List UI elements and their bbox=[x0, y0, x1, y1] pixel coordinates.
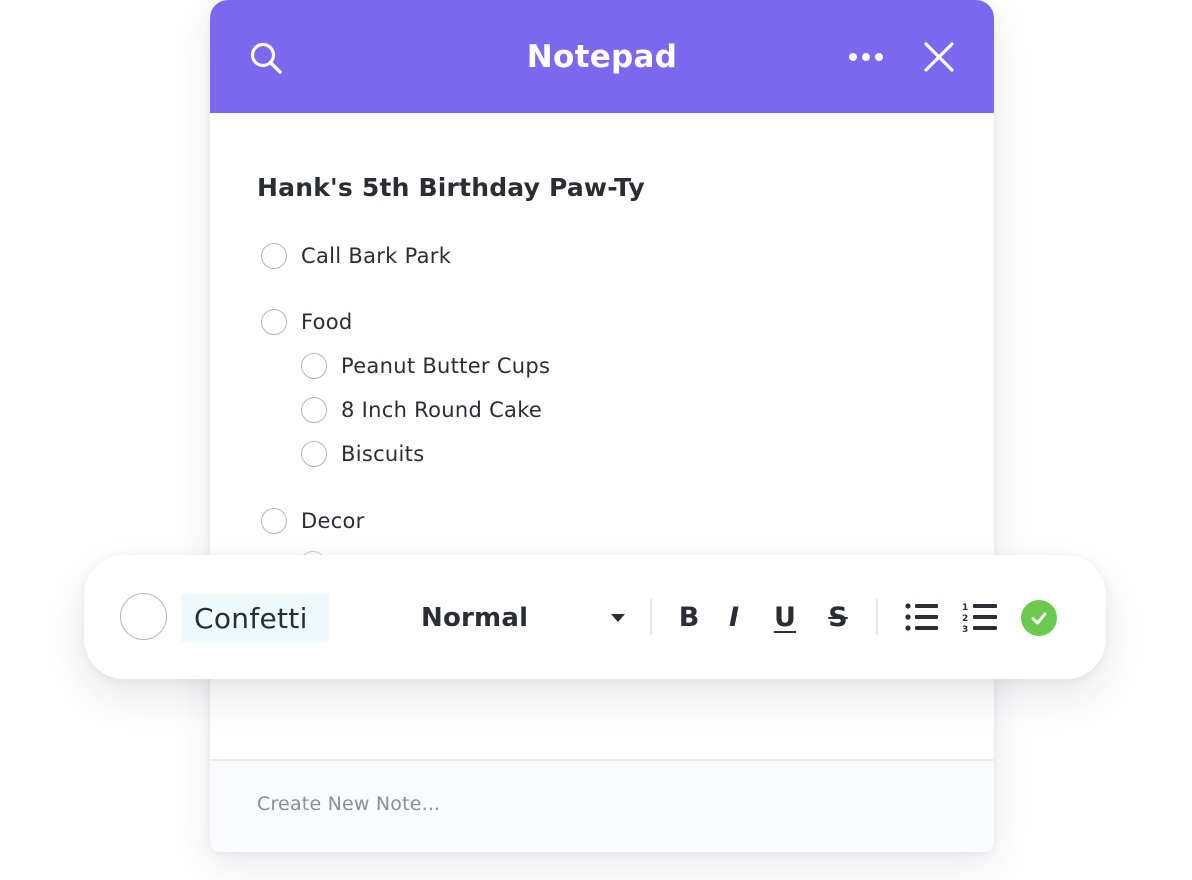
notepad-footer: Create New Note... bbox=[210, 759, 994, 852]
bold-button[interactable]: B bbox=[671, 598, 707, 636]
more-options-button[interactable] bbox=[844, 40, 888, 74]
search-button[interactable] bbox=[246, 38, 286, 78]
caret-down-icon bbox=[611, 614, 625, 622]
svg-text:1: 1 bbox=[962, 603, 968, 613]
toolbar-divider bbox=[876, 599, 878, 635]
item-text-value: Confetti bbox=[194, 601, 308, 635]
item-checkbox[interactable] bbox=[261, 309, 287, 335]
notepad-header: Notepad bbox=[210, 0, 994, 113]
italic-icon: I bbox=[728, 601, 740, 633]
toolbar-divider bbox=[650, 599, 652, 635]
item-label: Peanut Butter Cups bbox=[341, 354, 551, 378]
text-style-label: Normal bbox=[421, 603, 529, 633]
underline-icon: U bbox=[774, 601, 796, 633]
item-label: Decor bbox=[301, 509, 365, 533]
bulleted-list-icon bbox=[905, 603, 938, 631]
item-checkbox[interactable] bbox=[261, 508, 287, 534]
close-button[interactable] bbox=[918, 36, 960, 78]
list-item: Food bbox=[261, 307, 353, 337]
create-new-note-input[interactable]: Create New Note... bbox=[257, 793, 440, 815]
underline-button[interactable]: U bbox=[767, 598, 803, 636]
editor-toolbar: Confetti Normal B I U S 1 2 3 bbox=[84, 555, 1106, 679]
list-item: 8 Inch Round Cake bbox=[301, 395, 542, 425]
bold-icon: B bbox=[678, 601, 700, 633]
item-label: Call Bark Park bbox=[301, 244, 452, 268]
notepad-title: Notepad bbox=[526, 38, 678, 75]
item-label: Biscuits bbox=[341, 442, 425, 466]
close-icon bbox=[924, 42, 954, 72]
svg-text:2: 2 bbox=[962, 614, 968, 624]
item-text-input[interactable]: Confetti bbox=[181, 594, 329, 642]
strikethrough-icon: S bbox=[828, 601, 848, 633]
more-horizontal-icon bbox=[849, 53, 883, 61]
notepad-window: Notepad Hank's 5th Birthday Paw-Ty Call bbox=[210, 0, 994, 852]
bulleted-list-button[interactable] bbox=[904, 598, 940, 636]
search-icon bbox=[250, 42, 282, 74]
item-checkbox[interactable] bbox=[301, 441, 327, 467]
note-title: Hank's 5th Birthday Paw-Ty bbox=[257, 173, 645, 202]
check-circle-icon bbox=[1031, 612, 1047, 625]
done-button[interactable] bbox=[1021, 600, 1057, 636]
item-checkbox[interactable] bbox=[301, 397, 327, 423]
item-checkbox[interactable] bbox=[261, 243, 287, 269]
item-label: Food bbox=[301, 310, 353, 334]
numbered-list-button[interactable]: 1 2 3 bbox=[962, 598, 998, 636]
stage: Notepad Hank's 5th Birthday Paw-Ty Call bbox=[0, 0, 1192, 880]
svg-text:3: 3 bbox=[962, 625, 968, 633]
numbered-list-icon: 1 2 3 bbox=[962, 603, 997, 633]
list-item: Call Bark Park bbox=[261, 241, 451, 271]
item-label: 8 Inch Round Cake bbox=[341, 398, 543, 422]
text-style-dropdown[interactable]: Normal bbox=[421, 597, 627, 639]
list-item: Biscuits bbox=[301, 439, 424, 469]
item-checkbox[interactable] bbox=[301, 353, 327, 379]
strikethrough-button[interactable]: S bbox=[820, 598, 856, 636]
list-item: Peanut Butter Cups bbox=[301, 351, 550, 381]
list-item: Decor bbox=[261, 506, 365, 536]
italic-button[interactable]: I bbox=[716, 598, 752, 636]
item-checkbox[interactable] bbox=[120, 593, 167, 640]
